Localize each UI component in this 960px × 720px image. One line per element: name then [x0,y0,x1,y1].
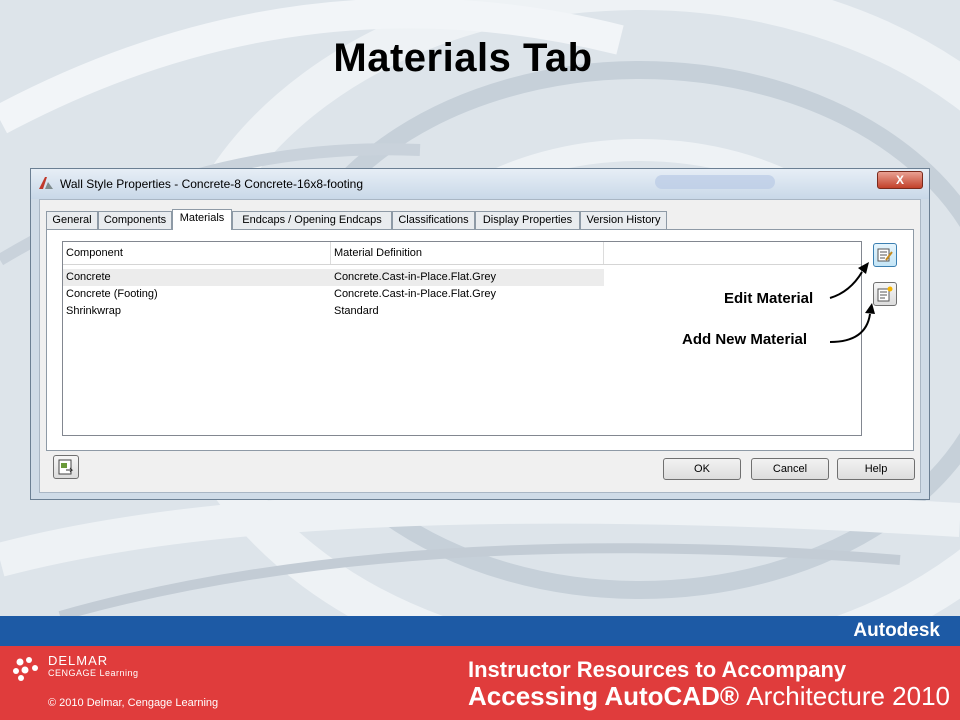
autocad-app-icon [39,177,53,189]
delmar-logo-icon [13,657,38,681]
material-cell[interactable]: Concrete.Cast-in-Place.Flat.Grey [331,269,496,286]
add-material-icon [877,286,893,302]
tab-classifications[interactable]: Classifications [392,211,475,229]
tab-materials[interactable]: Materials [172,209,232,230]
style-icon [58,459,74,475]
book-title-light: Architecture 2010 [746,681,951,711]
publisher-name: DELMAR [48,653,109,668]
component-cell: Shrinkwrap [66,305,122,317]
component-cell: Concrete [66,271,111,283]
list-header: Component Material Definition [63,242,861,265]
blurred-watermark [655,175,775,189]
component-cell: Concrete (Footing) [66,288,158,300]
add-new-material-button[interactable] [873,282,897,306]
autodesk-brand: Autodesk [853,620,940,641]
column-header-component[interactable]: Component [63,242,331,264]
edit-material-callout: Edit Material [724,290,814,307]
book-title: Accessing AutoCAD® Architecture 2010 [468,681,950,712]
edit-material-icon [877,248,893,262]
edit-material-button[interactable] [873,243,897,267]
tab-display-properties[interactable]: Display Properties [475,211,580,229]
copyright-text: © 2010 Delmar, Cengage Learning [48,697,219,709]
material-cell[interactable]: Standard [331,303,379,320]
column-header-material-definition[interactable]: Material Definition [331,242,604,264]
ok-button[interactable]: OK [663,458,741,480]
book-title-bold: Accessing AutoCAD® [468,681,747,711]
tab-components[interactable]: Components [98,211,172,229]
table-row[interactable]: Concrete Concrete.Cast-in-Place.Flat.Gre… [63,269,861,286]
tab-endcaps[interactable]: Endcaps / Opening Endcaps [232,211,392,229]
dialog-titlebar[interactable]: Wall Style Properties - Concrete-8 Concr… [31,169,929,199]
slide-title: Materials Tab [333,36,593,80]
help-button[interactable]: Help [837,458,915,480]
tab-general[interactable]: General [46,211,98,229]
material-cell[interactable]: Concrete.Cast-in-Place.Flat.Grey [331,286,496,303]
add-new-material-callout: Add New Material [682,331,808,348]
footer-blue-band [0,616,960,646]
tab-version-history[interactable]: Version History [580,211,667,229]
instructor-resources-text: Instructor Resources to Accompany [468,657,847,682]
style-import-button[interactable] [53,455,79,479]
cancel-button[interactable]: Cancel [751,458,829,480]
publisher-subname: CENGAGE Learning [48,668,139,678]
close-button[interactable]: X [877,171,923,189]
dialog-title: Wall Style Properties - Concrete-8 Concr… [60,177,364,191]
